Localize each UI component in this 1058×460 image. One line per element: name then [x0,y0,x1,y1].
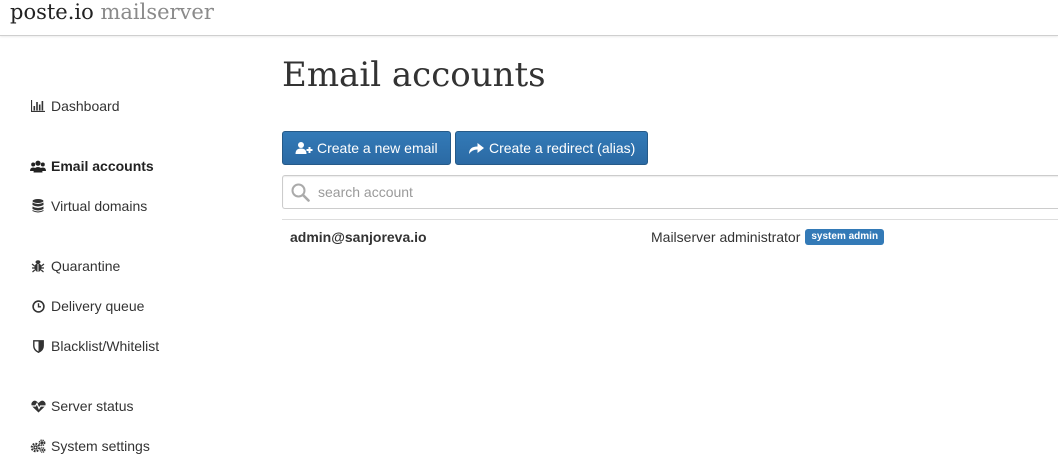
create-redirect-label: Create a redirect (alias) [489,140,636,156]
sidebar-item-label: Quarantine [51,258,121,274]
clock-icon [30,298,46,314]
system-admin-badge: system admin [805,229,885,245]
heartbeat-icon [30,398,46,414]
sidebar-item-system-settings[interactable]: System settings [30,436,150,456]
users-icon [30,158,46,174]
account-name-text: Mailserver administrator [651,229,801,245]
sidebar-item-label: Server status [51,398,134,414]
user-plus-icon [295,141,313,155]
share-icon [468,141,485,155]
gears-icon [30,438,46,454]
search-box [282,175,1058,209]
create-redirect-button[interactable]: Create a redirect (alias) [455,131,649,165]
create-email-label: Create a new email [317,140,438,156]
sidebar-item-quarantine[interactable]: Quarantine [30,256,120,276]
shield-icon [30,338,46,354]
sidebar-item-label: Virtual domains [51,198,148,214]
sidebar-item-virtual-domains[interactable]: Virtual domains [30,196,147,216]
brand-product: mailserver [100,0,214,24]
sidebar-item-label: Email accounts [51,158,154,174]
sidebar-item-server-status[interactable]: Server status [30,396,133,416]
create-email-button[interactable]: Create a new email [282,131,451,165]
table-row[interactable]: admin@sanjoreva.io Mailserver administra… [282,220,1058,256]
sidebar-item-blacklist-whitelist[interactable]: Blacklist/Whitelist [30,336,159,356]
sidebar-item-label: Delivery queue [51,298,145,314]
account-name: Mailserver administrator system admin [651,229,885,245]
sidebar-item-label: System settings [51,438,150,454]
sidebar-item-label: Blacklist/Whitelist [51,338,160,354]
search-icon [291,183,310,207]
brand-name: poste.io [10,0,94,24]
database-icon [30,198,46,214]
sidebar-item-email-accounts[interactable]: Email accounts [30,156,154,176]
account-email-link[interactable]: admin@sanjoreva.io [290,229,427,245]
sidebar-item-delivery-queue[interactable]: Delivery queue [30,296,144,316]
sidebar-item-label: Dashboard [51,98,120,114]
page-title: Email accounts [282,55,546,95]
top-navbar: poste.io mailserver [0,0,1058,36]
bar-chart-icon [30,98,46,114]
sidebar-item-dashboard[interactable]: Dashboard [30,96,120,116]
brand-logo[interactable]: poste.io mailserver [10,0,214,26]
bug-icon [30,258,46,274]
search-input[interactable] [318,176,1018,208]
